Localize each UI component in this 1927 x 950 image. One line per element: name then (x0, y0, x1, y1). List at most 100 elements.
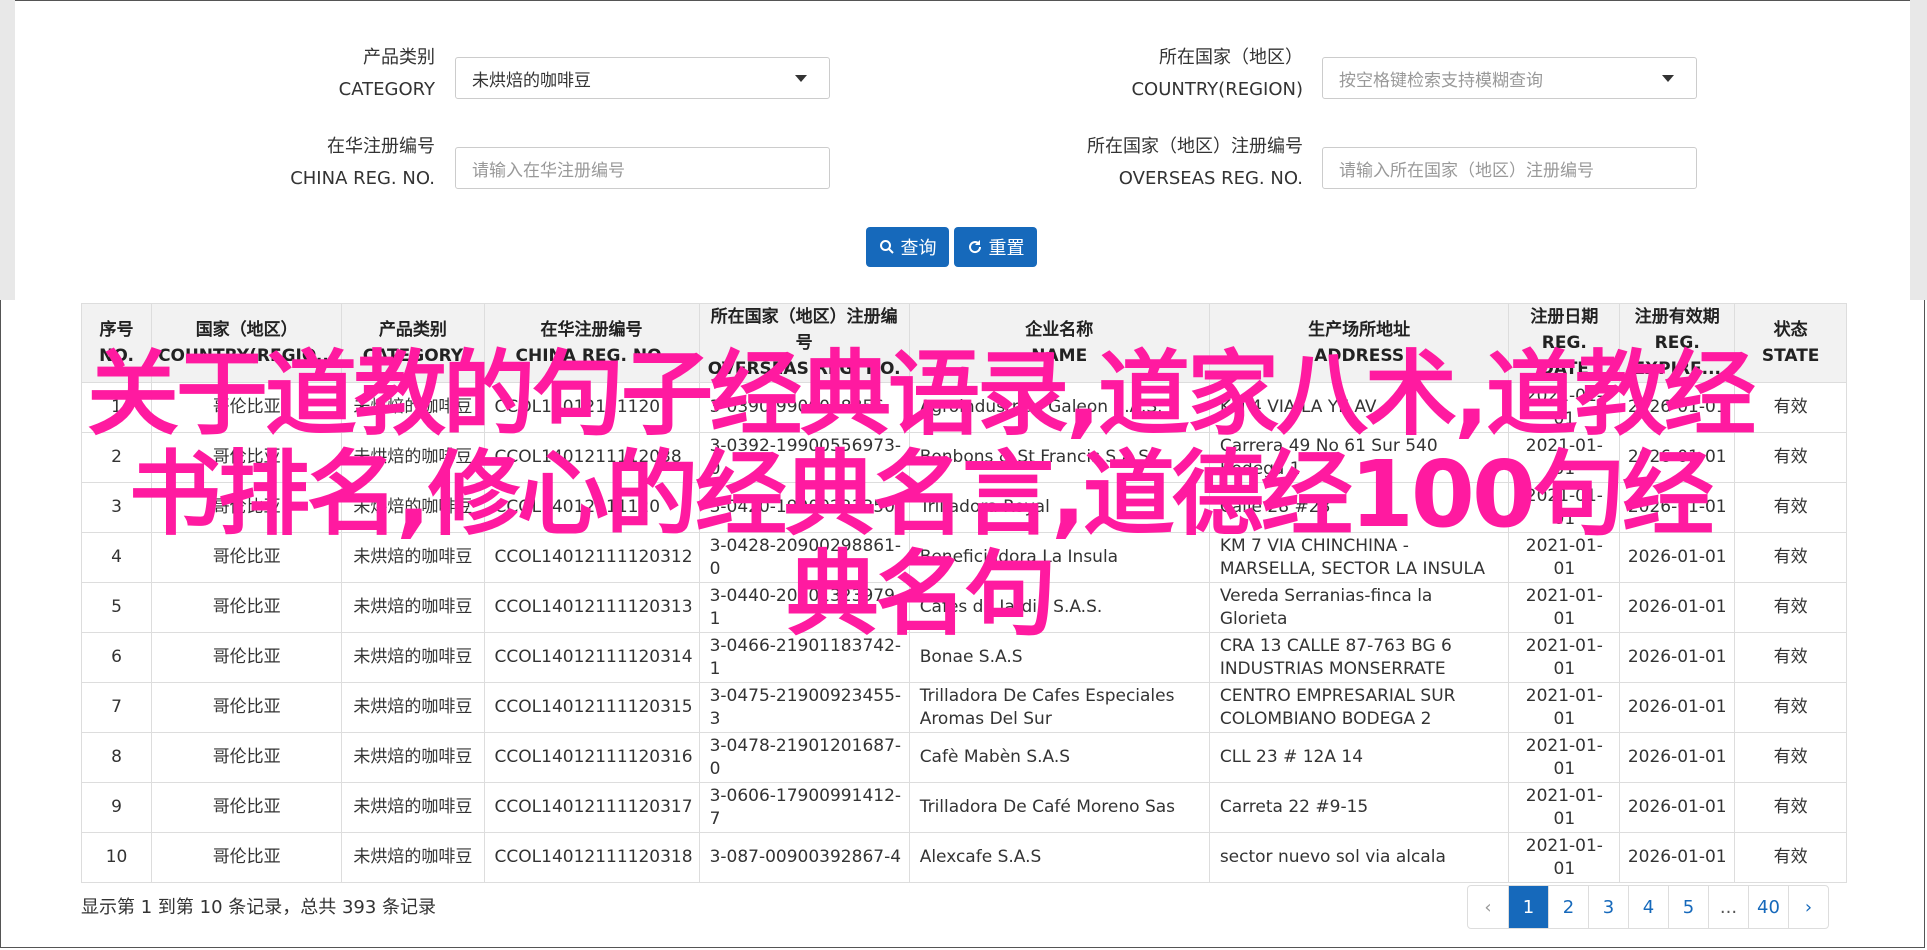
table-cell: 2021-01-01 (1508, 832, 1621, 883)
table-cell: CCOL1401211112038 (483, 432, 700, 483)
column-header-en: ADDRESS (1314, 346, 1405, 366)
column-header: 产品类别 CATEGORY (341, 303, 485, 383)
column-header-en: CATEGORY (362, 346, 464, 366)
column-header-cn: 所在国家（地区）注册编号 (710, 307, 898, 353)
column-header-cn: 产品类别 (378, 320, 447, 340)
table-cell: 未烘焙的咖啡豆 (341, 782, 485, 833)
overseas-reg-input[interactable]: 请输入所在国家（地区）注册编号 (1322, 147, 1697, 189)
column-header-cn: 序号 (99, 320, 134, 340)
table-cell: 2021-01-01 (1508, 682, 1621, 733)
table-cell: 3-0475-21900923455-3 (698, 682, 910, 733)
table-cell: 未烘焙的咖啡豆 (341, 432, 485, 483)
table-cell: Cafè Mabèn S.A.S (908, 732, 1210, 783)
table-row[interactable]: 1 哥伦比亚 未烘焙的咖啡豆 CCOL14012111120 3-0390-990004… (80, 382, 1847, 433)
search-button[interactable]: 查询 (866, 227, 949, 267)
table-cell: 3-0466-21901183742-1 (698, 632, 910, 683)
table-cell: 8 (80, 732, 153, 783)
table-cell: CRA 13 CALLE 87-763 BG 6 INDUSTRIAS MONS… (1208, 632, 1510, 683)
next-page-button[interactable]: › (1788, 886, 1828, 928)
table-cell: 哥伦比亚 (151, 632, 343, 683)
page-button[interactable]: 5 (1668, 886, 1708, 928)
table-cell: 有效 (1734, 532, 1847, 583)
table-cell: CCOL14012111120 (483, 382, 700, 433)
china-reg-label: 在华注册编号 CHINA REG. NO. (290, 136, 435, 189)
table-cell: CCOL14012111120314 (483, 632, 700, 683)
table-cell: 2021-01-01 (1508, 432, 1621, 483)
prev-page-button[interactable]: ‹ (1468, 886, 1508, 928)
table-cell: 未烘焙的咖啡豆 (341, 732, 485, 783)
table-row[interactable]: 7 哥伦比亚 未烘焙的咖啡豆 CCOL14012111120315 3-0475-219… (80, 682, 1847, 733)
table-cell: 未烘焙的咖啡豆 (341, 832, 485, 883)
column-header: 序号 NO. (80, 303, 153, 383)
results-table: 序号 NO. 国家（地区） COUNTRY(REGIO... 产品类别 CATEGORY 在… (80, 303, 1847, 883)
reset-button[interactable]: 重置 (954, 227, 1037, 267)
chevron-down-icon (1662, 75, 1674, 82)
column-header-en: NO. (99, 346, 134, 366)
table-cell: 哥伦比亚 (151, 832, 343, 883)
table-row[interactable]: 2 哥伦比亚 未烘焙的咖啡豆 CCOL1401211112038 3-0392-1990… (80, 432, 1847, 483)
column-header: 国家（地区） COUNTRY(REGIO... (151, 303, 343, 383)
table-cell: CCOL14012111120318 (483, 832, 700, 883)
table-row[interactable]: 6 哥伦比亚 未烘焙的咖啡豆 CCOL14012111120314 3-0466-219… (80, 632, 1847, 683)
page-button[interactable]: 40 (1748, 886, 1788, 928)
table-cell: 4 (80, 532, 153, 583)
category-label: 产品类别 CATEGORY (338, 47, 435, 100)
table-cell: 3-0390-9900048856 (698, 382, 910, 433)
table-cell: 2026-01-01 (1619, 532, 1736, 583)
table-cell: 6 (80, 632, 153, 683)
column-header: 在华注册编号 CHINA REG. NO. (483, 303, 700, 383)
table-row[interactable]: 9 哥伦比亚 未烘焙的咖啡豆 CCOL14012111120317 3-0606-179… (80, 782, 1847, 833)
table-cell: 2 (80, 432, 153, 483)
table-cell: 有效 (1734, 732, 1847, 783)
table-cell: 有效 (1734, 682, 1847, 733)
page-button[interactable]: 1 (1508, 886, 1548, 928)
table-cell: 有效 (1734, 832, 1847, 883)
table-cell: 2026-01-01 (1619, 832, 1736, 883)
table-cell: 未烘焙的咖啡豆 (341, 482, 485, 533)
table-cell: 2021-01-01 (1508, 482, 1621, 533)
table-cell: 2026-01-01 (1619, 782, 1736, 833)
table-row[interactable]: 4 哥伦比亚 未烘焙的咖啡豆 CCOL14012111120312 3-0428-209… (80, 532, 1847, 583)
page-button[interactable]: 3 (1588, 886, 1628, 928)
column-header-cn: 国家（地区） (195, 320, 298, 340)
table-row[interactable]: 8 哥伦比亚 未烘焙的咖啡豆 CCOL14012111120316 3-0478-219… (80, 732, 1847, 783)
table-cell: 有效 (1734, 782, 1847, 833)
table-cell: 2026-01-01 (1619, 732, 1736, 783)
table-cell: Beneficiadora La Insula (908, 532, 1210, 583)
column-header-cn: 在华注册编号 (540, 320, 643, 340)
table-cell: CCOL14012111120317 (483, 782, 700, 833)
table-cell: 3-0606-17900991412-7 (698, 782, 910, 833)
table-cell: 10 (80, 832, 153, 883)
page-button: ... (1708, 886, 1748, 928)
table-row[interactable]: 10 哥伦比亚 未烘焙的咖啡豆 CCOL14012111120318 3-087-009… (80, 832, 1847, 883)
table-cell: Carrera 49 No 61 Sur 540 Bodega 1 (1208, 432, 1510, 483)
table-cell: sector nuevo sol via alcala (1208, 832, 1510, 883)
pagination: ‹ 1 2 3 4 5... 40 › (1467, 885, 1829, 929)
table-row[interactable]: 5 哥伦比亚 未烘焙的咖啡豆 CCOL14012111120313 3-0440-209… (80, 582, 1847, 633)
country-select[interactable]: 按空格键检索支持模糊查询 (1322, 57, 1697, 99)
page-button[interactable]: 2 (1548, 886, 1588, 928)
column-header: 注册日期 REG. DATE (1508, 303, 1621, 383)
table-cell: KM 4 VIA LA YE AV (1208, 382, 1510, 433)
table-cell: Vereda Serranias-finca la Glorieta (1208, 582, 1510, 633)
table-cell: 哥伦比亚 (151, 732, 343, 783)
table-cell: Trilladora Royal (908, 482, 1210, 533)
table-cell: 2026-01-01 (1619, 482, 1736, 533)
china-reg-input[interactable]: 请输入在华注册编号 (455, 147, 830, 189)
table-row[interactable]: 3 哥伦比亚 未烘焙的咖啡豆 CCOL14012111120 3-0420-199002… (80, 482, 1847, 533)
column-header-cn: 生产场所地址 (1308, 320, 1411, 340)
table-cell: 5 (80, 582, 153, 633)
table-cell: 未烘焙的咖啡豆 (341, 582, 485, 633)
column-header-en: REG. EXPIRE... (1633, 333, 1722, 379)
table-cell: 未烘焙的咖啡豆 (341, 382, 485, 433)
table-cell: 3-0478-21901201687-0 (698, 732, 910, 783)
table-cell: Cafes de Jardin S.A.S. (908, 582, 1210, 633)
table-cell: 有效 (1734, 582, 1847, 633)
category-select[interactable]: 未烘焙的咖啡豆 (455, 57, 830, 99)
table-cell: Trilladora De Café Moreno Sas (908, 782, 1210, 833)
page-button[interactable]: 4 (1628, 886, 1668, 928)
table-cell: 未烘焙的咖啡豆 (341, 682, 485, 733)
table-cell: 2021-01-01 (1508, 382, 1621, 433)
column-header: 企业名称 NAME (908, 303, 1210, 383)
table-cell: KM 7 VIA CHINCHINA - MARSELLA, SECTOR LA… (1208, 532, 1510, 583)
